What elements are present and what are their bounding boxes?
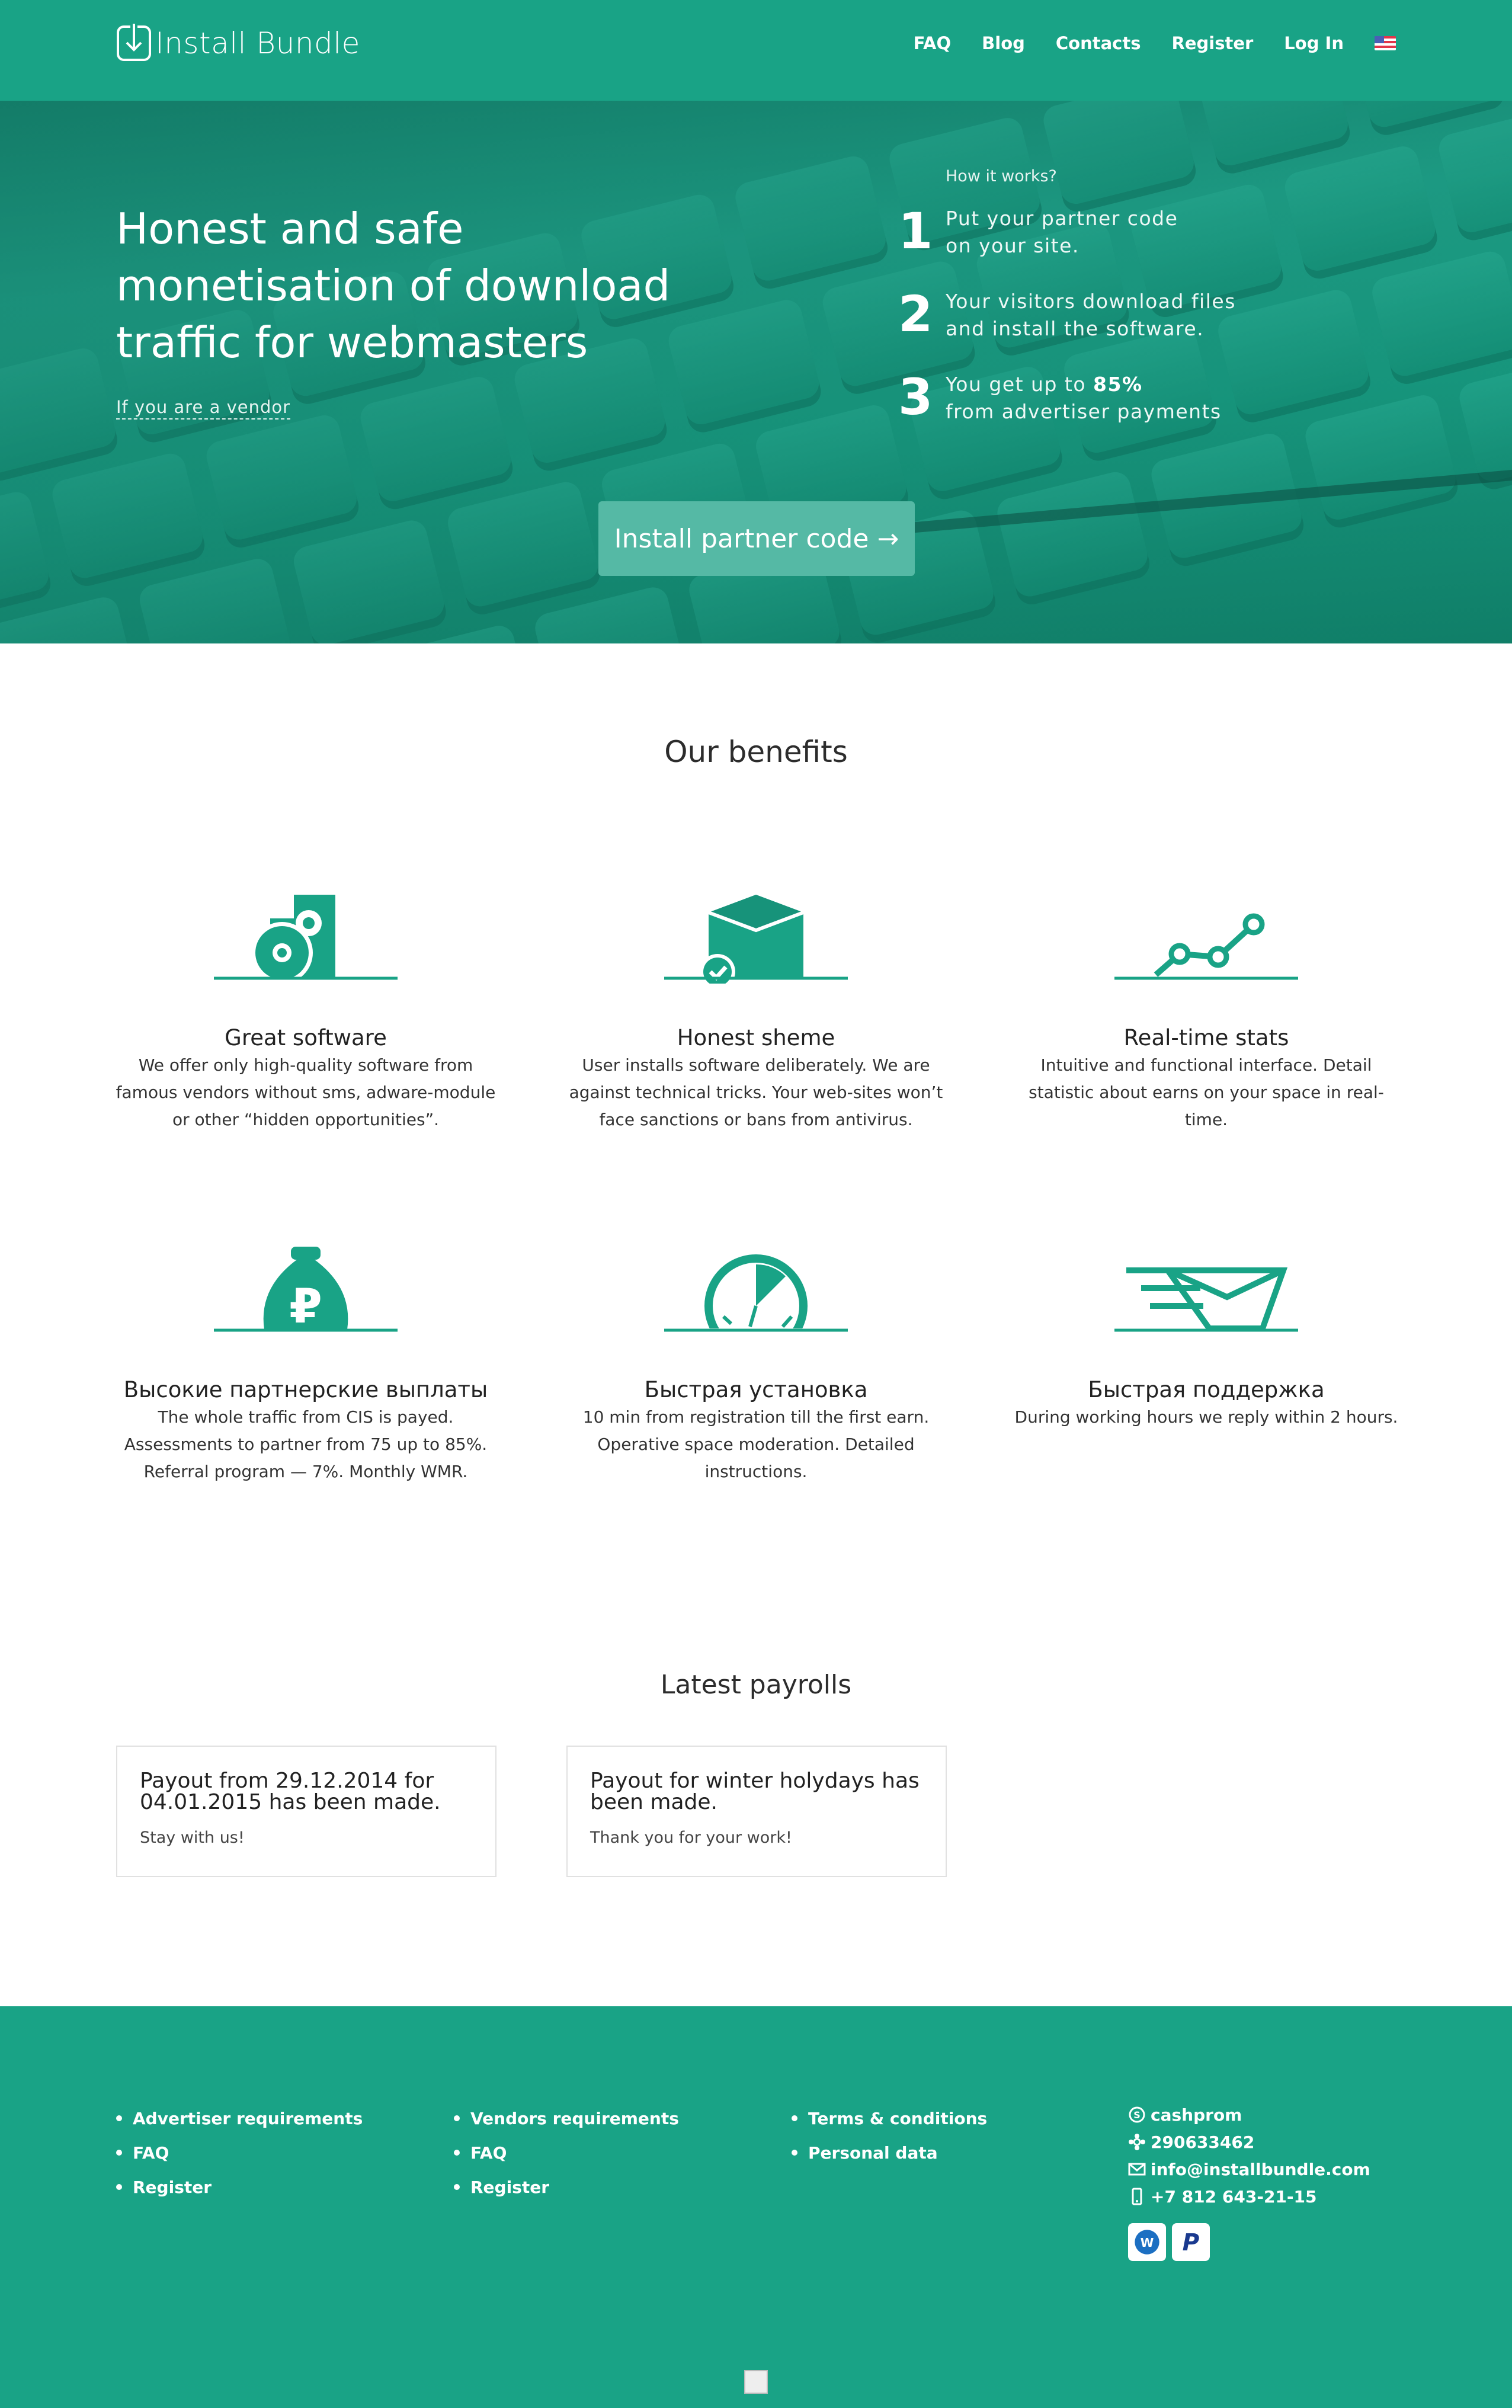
footer-link[interactable]: Personal data xyxy=(792,2135,987,2170)
logo-text: Install Bundle xyxy=(155,26,360,60)
site-header: Install Bundle FAQ Blog Contacts Registe… xyxy=(0,0,1512,101)
footer-link[interactable]: FAQ xyxy=(116,2135,363,2170)
download-logo-icon xyxy=(117,24,151,61)
payroll-card[interactable]: Payout from 29.12.2014 for 04.01.2015 ha… xyxy=(116,1746,496,1877)
nav-faq[interactable]: FAQ xyxy=(914,33,952,53)
step-number: 3 xyxy=(898,368,933,426)
percent-highlight: 85% xyxy=(1093,373,1143,396)
benefit-text: 10 min from registration till the first … xyxy=(582,1407,930,1481)
payroll-title: Payout for winter holydays has been made… xyxy=(590,1769,920,1814)
step-2: 2 Your visitors download files and insta… xyxy=(898,284,1313,344)
footer-link[interactable]: Vendors requirements xyxy=(454,2101,679,2135)
site-footer: Advertiser requirements FAQ Register Ven… xyxy=(0,2006,1512,2408)
benefit-honest-scheme: Honest sheme User installs software deli… xyxy=(560,889,952,1133)
skype-contact[interactable]: S cashprom xyxy=(1128,2101,1370,2128)
benefit-fast-support: Быстрая поддержка During working hours w… xyxy=(1011,1241,1402,1431)
hero-section: Honest and safe monetisation of download… xyxy=(0,101,1512,643)
step-text: Put your partner code on your site. xyxy=(946,207,1178,257)
step-text: Your visitors download files and install… xyxy=(946,290,1236,340)
footer-link[interactable]: Register xyxy=(116,2170,363,2204)
install-partner-code-button[interactable]: Install partner code → xyxy=(598,501,915,576)
footer-link[interactable]: Terms & conditions xyxy=(792,2101,987,2135)
how-it-works-title: How it works? xyxy=(946,167,1057,185)
footer-link[interactable]: Advertiser requirements xyxy=(116,2101,363,2135)
icq-flower-icon xyxy=(1129,2134,1145,2150)
nav-blog[interactable]: Blog xyxy=(982,33,1025,53)
benefit-title: Высокие партнерские выплаты xyxy=(123,1377,488,1402)
footer-col-vendors: Vendors requirements FAQ Register xyxy=(454,2101,679,2204)
step-number: 2 xyxy=(898,285,933,343)
benefit-fast-install: Быстрая установка 10 min from registrati… xyxy=(560,1241,952,1485)
footer-col-advertisers: Advertiser requirements FAQ Register xyxy=(116,2101,363,2204)
skype-icon: S xyxy=(1129,2106,1145,2123)
webmoney-icon[interactable]: W xyxy=(1128,2223,1166,2261)
mobile-phone-icon xyxy=(1132,2188,1142,2205)
benefit-great-software: Great software We offer only high-qualit… xyxy=(110,889,501,1133)
nav-login[interactable]: Log In xyxy=(1284,33,1344,53)
step-text: You get up to 85% from advertiser paymen… xyxy=(946,373,1222,423)
footer-link[interactable]: FAQ xyxy=(454,2135,679,2170)
us-flag-icon[interactable] xyxy=(1375,36,1396,50)
footer-col-legal: Terms & conditions Personal data xyxy=(792,2101,987,2170)
nav-contacts[interactable]: Contacts xyxy=(1056,33,1141,53)
main-nav: FAQ Blog Contacts Register Log In xyxy=(883,33,1396,53)
paypal-icon[interactable]: P xyxy=(1172,2223,1210,2261)
benefit-title: Honest sheme xyxy=(677,1025,835,1051)
payroll-text: Stay with us! xyxy=(140,1829,245,1847)
broken-image-icon xyxy=(744,2370,768,2394)
benefit-high-payouts: ₽ Высокие партнерские выплаты The whole … xyxy=(110,1241,501,1485)
payment-icons: W P xyxy=(1128,2223,1216,2261)
svg-text:P: P xyxy=(1183,2230,1200,2256)
benefit-text: The whole traffic from CIS is payed. Ass… xyxy=(124,1407,488,1481)
benefit-text: Intuitive and functional interface. Deta… xyxy=(1029,1055,1384,1129)
ruble-bag-icon: ₽ xyxy=(214,1247,398,1334)
step-3: 3 You get up to 85% from advertiser paym… xyxy=(898,367,1313,427)
envelope-icon xyxy=(1128,2163,1146,2176)
logo[interactable]: Install Bundle xyxy=(116,24,360,63)
vendor-link[interactable]: If you are a vendor xyxy=(116,397,291,420)
stopwatch-icon xyxy=(664,1254,848,1336)
benefit-realtime-stats: Real-time stats Intuitive and functional… xyxy=(1011,889,1402,1133)
payrolls-title: Latest payrolls xyxy=(660,1670,852,1700)
benefits-title: Our benefits xyxy=(664,735,848,769)
benefit-text: During working hours we reply within 2 h… xyxy=(1014,1407,1398,1427)
benefit-text: We offer only high-quality software from… xyxy=(116,1055,496,1129)
step-number: 1 xyxy=(898,202,933,260)
svg-text:₽: ₽ xyxy=(289,1279,322,1334)
hero-title: Honest and safe monetisation of download… xyxy=(116,204,671,367)
icq-contact[interactable]: 290633462 xyxy=(1128,2128,1370,2156)
stats-line-icon xyxy=(1114,913,1298,980)
fast-mail-icon xyxy=(1114,1267,1298,1332)
benefit-title: Быстрая поддержка xyxy=(1088,1377,1325,1402)
svg-text:S: S xyxy=(1133,2109,1141,2121)
payroll-title: Payout from 29.12.2014 for 04.01.2015 ha… xyxy=(140,1769,441,1814)
nav-register[interactable]: Register xyxy=(1172,33,1254,53)
benefit-title: Быстрая установка xyxy=(644,1377,868,1402)
benefit-title: Real-time stats xyxy=(1123,1025,1289,1051)
email-contact[interactable]: info@installbundle.com xyxy=(1128,2156,1370,2183)
payroll-card[interactable]: Payout for winter holydays has been made… xyxy=(566,1746,947,1877)
footer-contacts: S cashprom 290633462 info@installbundle.… xyxy=(1128,2101,1370,2210)
phone-contact[interactable]: +7 812 643-21-15 xyxy=(1128,2183,1370,2210)
box-check-icon xyxy=(664,895,848,984)
benefit-title: Great software xyxy=(225,1025,387,1051)
benefit-text: User installs software deliberately. We … xyxy=(569,1055,943,1129)
footer-link[interactable]: Register xyxy=(454,2170,679,2204)
svg-text:W: W xyxy=(1141,2236,1154,2250)
software-disc-icon xyxy=(214,895,398,984)
payroll-text: Thank you for your work! xyxy=(590,1829,792,1847)
step-1: 1 Put your partner code on your site. xyxy=(898,201,1313,261)
